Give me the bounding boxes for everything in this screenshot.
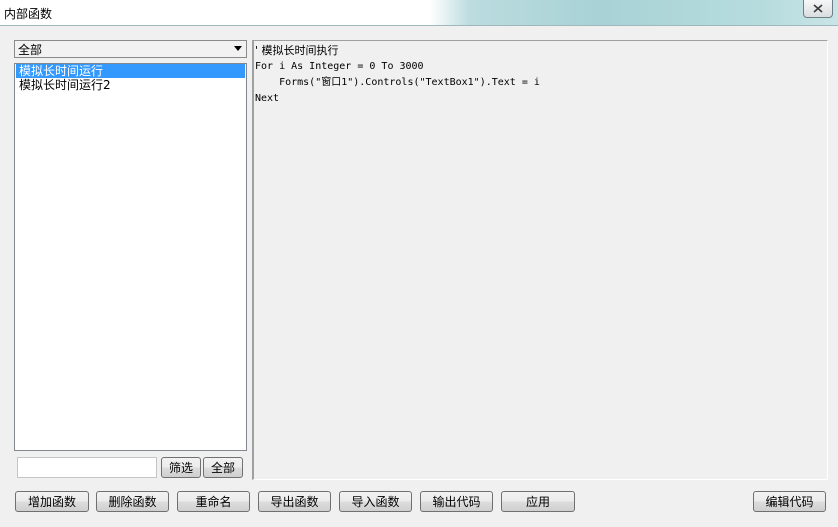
output-code-button[interactable]: 输出代码 bbox=[420, 491, 493, 512]
add-function-button[interactable]: 增加函数 bbox=[15, 491, 89, 512]
close-icon bbox=[813, 4, 823, 13]
list-item[interactable]: 模拟长时间运行2 bbox=[16, 78, 245, 92]
category-selected-value: 全部 bbox=[18, 42, 43, 57]
filter-input[interactable] bbox=[17, 457, 157, 478]
show-all-button[interactable]: 全部 bbox=[203, 457, 243, 478]
rename-button[interactable]: 重命名 bbox=[177, 491, 250, 512]
chevron-down-icon bbox=[234, 46, 242, 51]
list-item[interactable]: 模拟长时间运行 bbox=[16, 64, 245, 78]
delete-function-button[interactable]: 删除函数 bbox=[96, 491, 169, 512]
code-line: Forms("窗口1").Controls("TextBox1").Text =… bbox=[255, 77, 540, 88]
apply-button[interactable]: 应用 bbox=[501, 491, 575, 512]
import-function-button[interactable]: 导入函数 bbox=[339, 491, 412, 512]
code-line: ' 模拟长时间执行 bbox=[255, 44, 339, 57]
filter-button[interactable]: 筛选 bbox=[161, 457, 201, 478]
close-button[interactable] bbox=[803, 0, 833, 18]
edit-code-button[interactable]: 编辑代码 bbox=[753, 491, 826, 512]
window-title: 内部函数 bbox=[4, 7, 53, 21]
export-function-button[interactable]: 导出函数 bbox=[258, 491, 331, 512]
code-editor[interactable]: ' 模拟长时间执行 For i As Integer = 0 To 3000 F… bbox=[252, 40, 828, 480]
code-line: Next bbox=[255, 93, 280, 104]
title-bar: 内部函数 bbox=[0, 0, 838, 26]
code-line: For i As Integer = 0 To 3000 bbox=[255, 61, 424, 72]
category-dropdown[interactable]: 全部 bbox=[14, 40, 247, 58]
function-list[interactable]: 模拟长时间运行 模拟长时间运行2 bbox=[14, 63, 247, 451]
